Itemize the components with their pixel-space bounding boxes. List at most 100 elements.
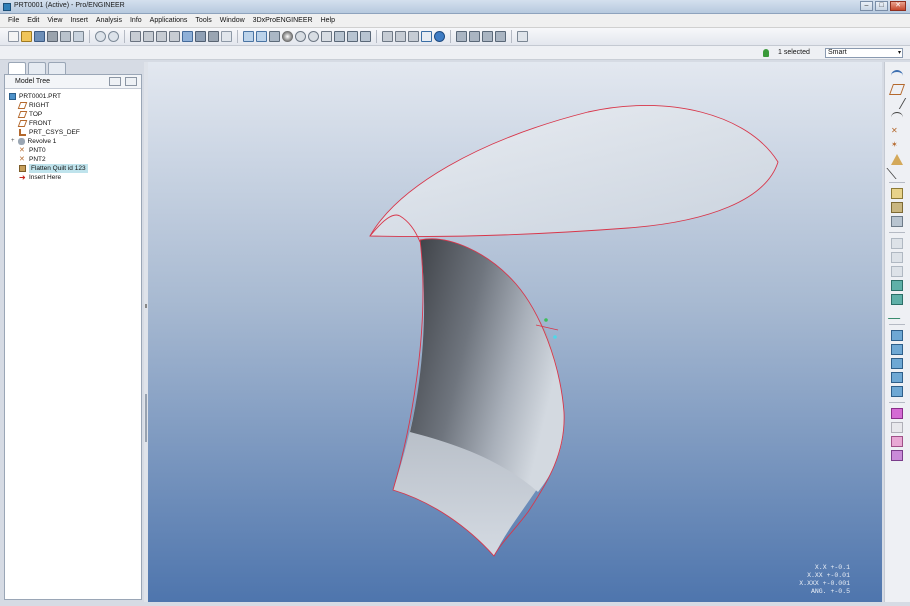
shading-sphere-icon[interactable] — [282, 31, 293, 42]
mirror-icon[interactable] — [891, 408, 903, 419]
menu-edit[interactable]: Edit — [23, 17, 43, 24]
menu-window[interactable]: Window — [216, 17, 249, 24]
minimize-button[interactable]: – — [860, 1, 873, 11]
sketch-tool-icon[interactable] — [886, 168, 908, 179]
tree-item[interactable]: PRT0001.PRT — [9, 92, 61, 101]
selection-filter-select[interactable]: Smart ▾ — [825, 48, 903, 58]
menu-view[interactable]: View — [43, 17, 66, 24]
datum-curve-icon[interactable] — [891, 112, 903, 123]
merge-icon[interactable] — [891, 422, 903, 433]
orient-icon[interactable] — [269, 31, 280, 42]
revolve-tool-icon[interactable] — [891, 252, 903, 263]
menu-analysis[interactable]: Analysis — [92, 17, 126, 24]
variable-section-sweep-icon[interactable] — [891, 294, 903, 305]
menu-file[interactable]: File — [4, 17, 23, 24]
copy-paste-icon[interactable] — [891, 216, 903, 227]
maximize-button[interactable]: □ — [875, 1, 888, 11]
extrude-icon[interactable] — [891, 238, 903, 249]
menu-applications[interactable]: Applications — [146, 17, 192, 24]
paste-special-icon[interactable] — [169, 31, 180, 42]
shell-icon[interactable] — [891, 344, 903, 355]
new-file-icon[interactable] — [8, 31, 19, 42]
csys-display-icon[interactable] — [495, 31, 506, 42]
tree-item[interactable]: ✕ PNT0 — [19, 146, 46, 155]
email-icon[interactable] — [73, 31, 84, 42]
zoom-in-icon[interactable] — [295, 31, 306, 42]
paste-icon[interactable] — [156, 31, 167, 42]
hole-icon[interactable] — [891, 330, 903, 341]
tab-model-tree[interactable] — [8, 62, 26, 74]
cut-icon[interactable] — [130, 31, 141, 42]
menu-info[interactable]: Info — [126, 17, 146, 24]
group-icon[interactable] — [891, 202, 903, 213]
tree-item[interactable]: + Revolve 1 — [11, 137, 56, 146]
toolbar-separator — [511, 30, 512, 43]
rib-icon[interactable] — [891, 358, 903, 369]
menu-insert[interactable]: Insert — [66, 17, 92, 24]
select-box-icon[interactable] — [208, 31, 219, 42]
regenerate-icon[interactable] — [182, 31, 193, 42]
tree-item[interactable]: TOP — [17, 110, 42, 119]
flattened-quilt-surface[interactable] — [369, 105, 779, 237]
model-surfaces[interactable] — [148, 62, 882, 602]
find-icon[interactable] — [195, 31, 206, 42]
menu-help[interactable]: Help — [317, 17, 339, 24]
arc-icon[interactable] — [891, 70, 903, 81]
trim-icon[interactable] — [891, 436, 903, 447]
analysis-feature-icon[interactable] — [891, 154, 903, 165]
enhanced-realism-icon[interactable] — [434, 31, 445, 42]
boundary-blend-icon[interactable] — [891, 280, 903, 291]
datum-planes-icon[interactable] — [456, 31, 467, 42]
wireframe-icon[interactable] — [382, 31, 393, 42]
sweep-icon[interactable] — [891, 266, 903, 277]
tab-favorites[interactable] — [48, 62, 66, 74]
select-dropdown-icon[interactable] — [221, 31, 232, 42]
round-icon[interactable] — [891, 386, 903, 397]
pattern-icon[interactable] — [891, 450, 903, 461]
save-icon[interactable] — [34, 31, 45, 42]
hidden-line-icon[interactable] — [395, 31, 406, 42]
refit-icon[interactable] — [321, 31, 332, 42]
draft-icon[interactable] — [891, 372, 903, 383]
undo-icon[interactable] — [95, 31, 106, 42]
csys-tool-icon[interactable]: ✶ — [891, 140, 903, 151]
tree-show-icon[interactable] — [125, 77, 137, 86]
open-folder-icon[interactable] — [21, 31, 32, 42]
splitter-scrollbar[interactable] — [145, 394, 147, 442]
datum-point-tool-icon[interactable]: ✕ — [891, 126, 903, 137]
tree-item[interactable]: ✕ PNT2 — [19, 155, 46, 164]
tree-item[interactable]: PRT_CSYS_DEF — [19, 128, 80, 137]
datum-axes-icon[interactable] — [469, 31, 480, 42]
menu-3dxproengineer[interactable]: 3DxProENGINEER — [249, 17, 317, 24]
no-hidden-icon[interactable] — [408, 31, 419, 42]
zoom-out-icon[interactable] — [308, 31, 319, 42]
datum-point-marker-cyan[interactable] — [553, 335, 557, 339]
graphics-window[interactable]: X.X +-0.1 X.XX +-0.01 X.XXX +-0.001 ANG.… — [148, 62, 882, 602]
copy-icon[interactable] — [143, 31, 154, 42]
style-icon[interactable] — [887, 308, 907, 319]
tree-item[interactable]: RIGHT — [17, 101, 49, 110]
tree-settings-icon[interactable] — [109, 77, 121, 86]
shaded-icon[interactable] — [421, 31, 432, 42]
tab-folder-browser[interactable] — [28, 62, 46, 74]
close-button[interactable]: ✕ — [890, 1, 906, 11]
datum-point-marker-green[interactable] — [544, 318, 548, 322]
repaint-icon[interactable] — [243, 31, 254, 42]
spin-center-icon[interactable] — [256, 31, 267, 42]
datum-axis-icon[interactable] — [887, 98, 907, 109]
tree-item-selected[interactable]: Flatten Quilt id 123 — [19, 164, 88, 173]
place-section-icon[interactable] — [891, 188, 903, 199]
layers-icon[interactable] — [360, 31, 371, 42]
redo-icon[interactable] — [108, 31, 119, 42]
tree-item[interactable]: FRONT — [17, 119, 51, 128]
print-icon[interactable] — [47, 31, 58, 42]
datum-points-icon[interactable] — [482, 31, 493, 42]
datum-plane-tool-icon[interactable] — [888, 84, 906, 95]
context-help-icon[interactable] — [517, 31, 528, 42]
saved-views-icon[interactable] — [347, 31, 358, 42]
menu-tools[interactable]: Tools — [191, 17, 215, 24]
tree-item[interactable]: ➜ Insert Here — [19, 173, 61, 182]
expand-plus-icon[interactable]: + — [11, 137, 15, 146]
print-preview-icon[interactable] — [60, 31, 71, 42]
reorient-icon[interactable] — [334, 31, 345, 42]
